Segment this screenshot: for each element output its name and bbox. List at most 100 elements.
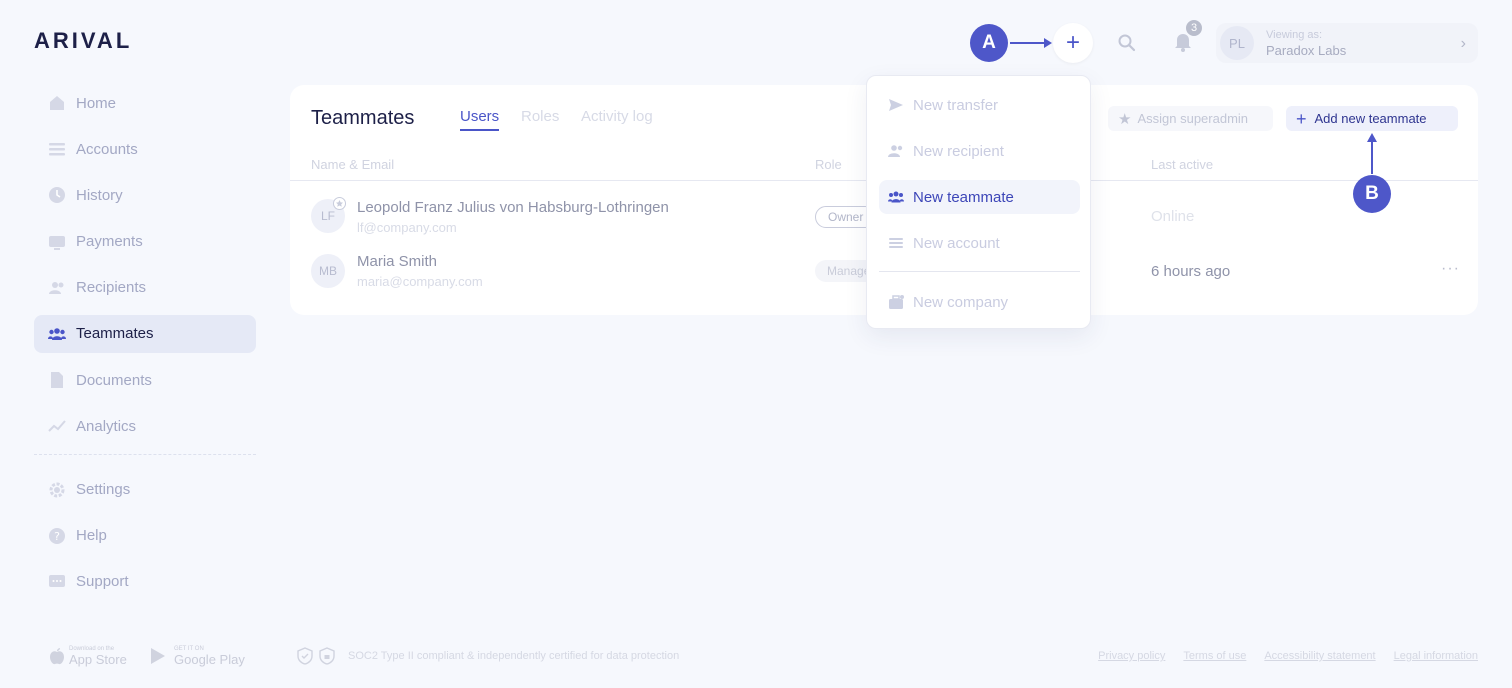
avatar: PL [1220, 26, 1254, 60]
column-header-last-active: Last active [1151, 157, 1214, 172]
star-icon: ★ [1118, 110, 1132, 128]
company-icon [888, 294, 904, 310]
menu-item-new-recipient[interactable]: New recipient [879, 134, 1080, 168]
badge-icon [333, 197, 346, 210]
google-play-icon [151, 648, 165, 664]
menu-divider [879, 271, 1080, 272]
sidebar-item-label: Documents [76, 371, 152, 389]
teammate-name[interactable]: Maria Smith [357, 253, 437, 270]
teammates-icon [888, 189, 904, 205]
sidebar-item-teammates[interactable]: Teammates [34, 314, 256, 353]
sidebar: Home Accounts History Payments Recipient… [34, 84, 256, 609]
account-icon [888, 235, 904, 251]
accessibility-statement-link[interactable]: Accessibility statement [1264, 650, 1375, 662]
send-icon [888, 97, 904, 113]
teammate-email: lf@company.com [357, 220, 457, 235]
arival-logo[interactable]: ARIVAL [34, 28, 132, 54]
analytics-icon [48, 417, 66, 435]
menu-item-label: New account [913, 234, 1000, 252]
assign-superadmin-button[interactable]: ★ Assign superadmin [1108, 106, 1273, 131]
annotation-arrow-b [1367, 133, 1377, 174]
tab-activity-log[interactable]: Activity log [581, 108, 653, 125]
documents-icon [48, 371, 66, 389]
org-name: Paradox Labs [1266, 42, 1347, 58]
sidebar-item-home[interactable]: Home [34, 84, 256, 122]
apple-icon [50, 648, 64, 665]
privacy-policy-link[interactable]: Privacy policy [1098, 650, 1165, 662]
annotation-arrow-a [1010, 38, 1052, 48]
sidebar-item-label: Settings [76, 481, 131, 498]
sidebar-item-payments[interactable]: Payments [34, 223, 256, 261]
menu-item-label: New company [913, 293, 1009, 311]
recipients-icon [48, 279, 66, 297]
sidebar-item-accounts[interactable]: Accounts [34, 130, 256, 168]
assign-superadmin-label: Assign superadmin [1137, 111, 1249, 126]
sidebar-item-label: Analytics [76, 417, 137, 435]
sidebar-item-label: Teammates [76, 325, 154, 343]
notification-badge: 3 [1184, 18, 1204, 38]
legal-information-link[interactable]: Legal information [1394, 650, 1478, 662]
add-new-teammate-label: Add new teammate [1314, 111, 1427, 126]
add-new-teammate-button[interactable]: + Add new teammate [1286, 106, 1458, 131]
create-new-button[interactable]: + [1053, 23, 1093, 63]
viewing-as-label: Viewing as: [1266, 28, 1323, 41]
account-switcher[interactable]: PL Viewing as: Paradox Labs › [1216, 23, 1478, 63]
annotation-marker-b: B [1353, 175, 1391, 213]
footer-links: Privacy policy Terms of use Accessibilit… [1098, 650, 1478, 662]
google-play-label: Google Play [174, 652, 245, 667]
history-icon [48, 186, 66, 204]
create-new-dropdown: New transfer New recipient New teammate … [866, 75, 1091, 329]
column-header-name-email: Name & Email [311, 157, 395, 172]
sidebar-item-label: Accounts [76, 140, 138, 158]
menu-item-label: New transfer [913, 96, 999, 114]
app-store-label: App Store [69, 652, 127, 667]
menu-item-new-transfer[interactable]: New transfer [879, 88, 1080, 122]
menu-item-label: New teammate [913, 188, 1014, 206]
soc2-compliance-text: SOC2 Type II compliant & independently c… [348, 650, 680, 662]
menu-item-new-account[interactable]: New account [879, 226, 1080, 260]
sidebar-item-recipients[interactable]: Recipients [34, 269, 256, 307]
shield-icon [297, 647, 313, 665]
svg-text:?: ? [54, 530, 60, 543]
annotation-marker-a: A [970, 24, 1008, 62]
terms-of-use-link[interactable]: Terms of use [1183, 650, 1246, 662]
sidebar-item-label: Home [76, 94, 117, 112]
teammate-name[interactable]: Leopold Franz Julius von Habsburg-Lothri… [357, 199, 669, 216]
sidebar-item-label: Payments [76, 233, 143, 251]
tab-roles[interactable]: Roles [521, 108, 559, 125]
avatar: MB [311, 254, 345, 288]
sidebar-divider [34, 453, 256, 455]
sidebar-item-analytics[interactable]: Analytics [34, 407, 256, 445]
google-play-badge[interactable]: GET IT ON Google Play [150, 646, 245, 666]
menu-item-new-teammate[interactable]: New teammate [879, 180, 1080, 214]
chat-icon [48, 573, 66, 591]
sidebar-item-documents[interactable]: Documents [34, 361, 256, 399]
last-active-status: Online [1151, 208, 1195, 225]
accounts-icon [48, 140, 66, 158]
sidebar-item-label: Support [76, 573, 129, 591]
menu-item-new-company[interactable]: New company [879, 285, 1080, 319]
plus-icon: + [1296, 108, 1307, 129]
menu-item-label: New recipient [913, 142, 1004, 160]
sidebar-item-history[interactable]: History [34, 176, 256, 214]
sidebar-item-help[interactable]: ? Help [34, 517, 256, 555]
sidebar-item-label: Help [76, 527, 107, 545]
tab-users[interactable]: Users [460, 108, 500, 131]
sidebar-item-label: History [76, 186, 123, 204]
last-active-time: 6 hours ago [1151, 263, 1231, 280]
gear-icon [48, 481, 66, 499]
column-header-role: Role [815, 157, 842, 172]
teammates-icon [48, 325, 66, 343]
search-icon[interactable] [1117, 33, 1137, 53]
recipient-icon [888, 143, 904, 159]
payments-icon [48, 233, 66, 251]
shield-lock-icon [319, 647, 335, 665]
sidebar-item-settings[interactable]: Settings [34, 471, 256, 509]
more-options-icon[interactable]: ··· [1441, 260, 1460, 278]
sidebar-item-support[interactable]: Support [34, 563, 256, 601]
app-store-badge[interactable]: Download on the App Store [49, 646, 127, 666]
security-badges [297, 647, 335, 665]
chevron-right-icon: › [1460, 35, 1466, 52]
home-icon [48, 94, 66, 112]
teammate-email: maria@company.com [357, 274, 483, 289]
